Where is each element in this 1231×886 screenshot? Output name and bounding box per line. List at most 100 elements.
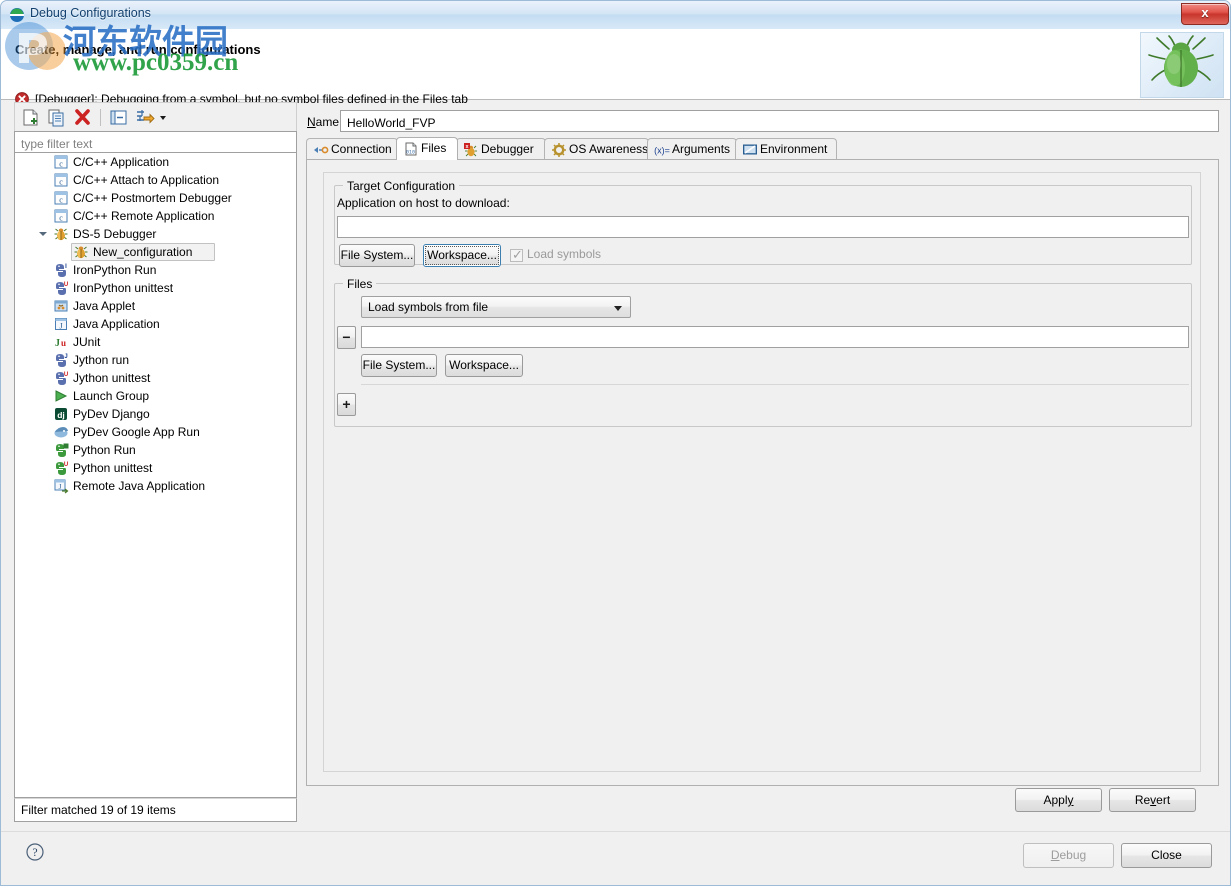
junit-icon: Ju <box>53 334 69 350</box>
tab-os-awareness[interactable]: OS Awareness <box>544 138 649 160</box>
svg-text:c: c <box>59 178 63 187</box>
svg-text:U: U <box>64 462 68 468</box>
tree-item-ds-5-debugger[interactable]: DS-5 Debugger <box>15 225 296 243</box>
title-bar: Debug Configurations x <box>1 1 1231 30</box>
tree-item-junit[interactable]: JuJUnit <box>15 333 296 351</box>
configurations-tree[interactable]: cC/C++ ApplicationcC/C++ Attach to Appli… <box>14 153 297 798</box>
tree-item-jython-run[interactable]: JJython run <box>15 351 296 369</box>
debug-icon <box>9 7 25 23</box>
file-entry-file-system-button[interactable]: File System... <box>361 354 437 377</box>
tree-item-launch-group[interactable]: Launch Group <box>15 387 296 405</box>
tree-item-label: C/C++ Attach to Application <box>73 171 219 189</box>
jython-unittest-icon: U <box>53 370 69 386</box>
name-field-wrapper[interactable] <box>340 110 1219 132</box>
tree-item-label: C/C++ Application <box>73 153 169 171</box>
tree-item-python-unittest[interactable]: U Python unittest <box>15 459 296 477</box>
tree-item-python-run[interactable]: Python Run <box>15 441 296 459</box>
search-input[interactable] <box>19 134 293 153</box>
help-icon[interactable]: ? <box>26 843 44 861</box>
tree-item-label: IronPython unittest <box>73 279 173 297</box>
filter-status-text: Filter matched 19 of 19 items <box>21 803 176 817</box>
tree-item-remote-java-application[interactable]: JRemote Java Application <box>15 477 296 495</box>
tree-item-java-application[interactable]: J Java Application <box>15 315 296 333</box>
window-title: Debug Configurations <box>30 6 151 20</box>
tab-label: OS Awareness <box>569 142 648 156</box>
filter-input-wrapper[interactable] <box>14 131 297 153</box>
tree-item-c-c-attach-to-application[interactable]: c C/C++ Attach to Application <box>15 171 296 189</box>
new-configuration-button[interactable] <box>20 107 41 128</box>
tree-item-pydev-google-app-run[interactable]: PyDev Google App Run <box>15 423 296 441</box>
filter-status-bar: Filter matched 19 of 19 items <box>14 798 297 822</box>
tree-item-label: Java Application <box>73 315 160 333</box>
tree-item-c-c-remote-application[interactable]: cC/C++ Remote Application <box>15 207 296 225</box>
tree-item-label: PyDev Google App Run <box>73 423 200 441</box>
revert-button[interactable]: Revert <box>1109 788 1196 812</box>
connection-icon <box>313 142 329 158</box>
file-entry-workspace-button[interactable]: Workspace... <box>445 354 523 377</box>
duplicate-configuration-button[interactable] <box>46 107 67 128</box>
c-app-icon: c <box>53 172 69 188</box>
application-path-input[interactable] <box>342 219 1186 237</box>
filter-button[interactable] <box>134 107 155 128</box>
c-app-icon: c <box>53 208 69 224</box>
svg-text:c: c <box>59 196 63 205</box>
jython-run-icon: J <box>53 352 69 368</box>
tab-files[interactable]: 010Files <box>396 137 458 160</box>
tree-item-label: Python unittest <box>73 459 152 477</box>
tree-item-c-c-postmortem-debugger[interactable]: cC/C++ Postmortem Debugger <box>15 189 296 207</box>
remove-file-entry-button[interactable]: − <box>337 326 356 349</box>
tree-item-label: Jython unittest <box>73 369 150 387</box>
expand-arrow-icon[interactable] <box>39 232 47 236</box>
tree-item-label: JUnit <box>73 333 100 351</box>
target-file-system-button[interactable]: File System... <box>339 244 415 267</box>
launch-group-icon <box>53 388 69 404</box>
tree-item-label: DS-5 Debugger <box>73 225 156 243</box>
delete-configuration-button[interactable] <box>72 107 93 128</box>
chevron-down-icon[interactable] <box>156 107 170 128</box>
tree-item-new-configuration[interactable]: New_configuration <box>15 243 296 261</box>
name-row: Name: <box>304 110 1219 134</box>
svg-text:U: U <box>64 372 68 378</box>
svg-text:I: I <box>65 264 67 270</box>
tab-environment[interactable]: Environment <box>735 138 837 160</box>
tree-item-ironpython-run[interactable]: IIronPython Run <box>15 261 296 279</box>
tab-connection[interactable]: Connection <box>306 138 398 160</box>
files-icon: 010 <box>403 141 419 157</box>
file-entry-input[interactable] <box>366 329 1186 347</box>
debug-configurations-window: Debug Configurations x Create, manage, a… <box>0 0 1231 886</box>
environment-icon <box>742 142 758 158</box>
close-window-button[interactable]: x <box>1181 3 1229 25</box>
files-tab-inner: Target Configuration Application on host… <box>323 172 1201 772</box>
tree-item-c-c-application[interactable]: cC/C++ Application <box>15 153 296 171</box>
tree-item-pydev-django[interactable]: djPyDev Django <box>15 405 296 423</box>
collapse-all-button[interactable] <box>108 107 129 128</box>
dialog-header: Create, manage, and run configurations [… <box>1 29 1231 100</box>
svg-text:c: c <box>59 214 63 223</box>
tree-item-ironpython-unittest[interactable]: UIronPython unittest <box>15 279 296 297</box>
tree-item-java-applet[interactable]: Java Applet <box>15 297 296 315</box>
page-title: Create, manage, and run configurations <box>15 42 261 57</box>
apply-button[interactable]: Apply <box>1015 788 1102 812</box>
add-file-entry-button[interactable]: + <box>337 393 356 416</box>
load-symbols-checkbox[interactable]: ✓ <box>510 249 523 262</box>
svg-text:010: 010 <box>406 150 415 156</box>
application-path-field-wrapper[interactable] <box>337 216 1189 238</box>
tab-debugger[interactable]: xDebugger <box>456 138 546 160</box>
file-entry-field-wrapper[interactable] <box>361 326 1189 348</box>
tab-arguments[interactable]: (x)=Arguments <box>647 138 737 160</box>
svg-text:?: ? <box>32 847 37 859</box>
os-awareness-icon <box>551 142 567 158</box>
name-input[interactable] <box>345 113 1215 132</box>
load-symbols-mode-value: Load symbols from file <box>368 300 488 314</box>
tab-content-files: Target Configuration Application on host… <box>306 159 1219 786</box>
load-symbols-mode-select[interactable]: Load symbols from file <box>361 296 631 318</box>
tree-item-label: Java Applet <box>73 297 135 315</box>
tree-item-jython-unittest[interactable]: U Jython unittest <box>15 369 296 387</box>
target-workspace-button[interactable]: Workspace... <box>423 244 501 267</box>
svg-text:J: J <box>59 322 62 331</box>
tab-label: Debugger <box>481 142 534 156</box>
name-label: Name: <box>307 115 342 129</box>
debug-button[interactable]: Debug <box>1023 843 1114 868</box>
close-button[interactable]: Close <box>1121 843 1212 868</box>
tree-toolbar <box>14 102 297 131</box>
